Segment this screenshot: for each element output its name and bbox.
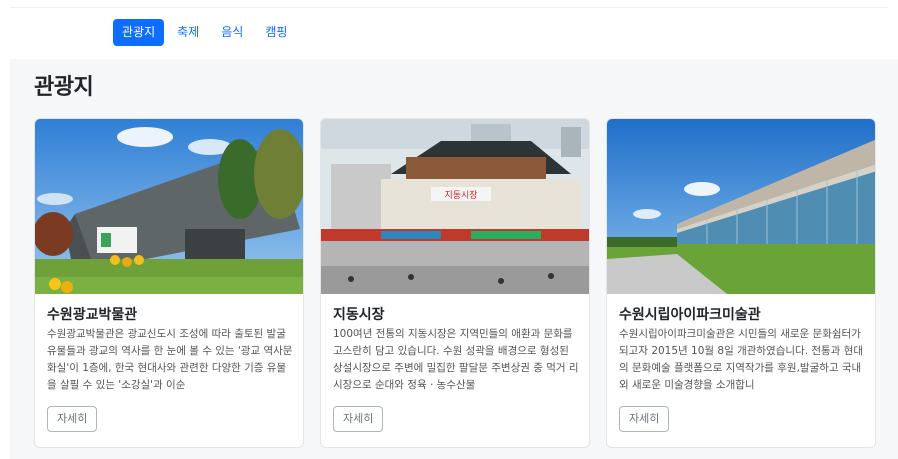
card-museum: 수원광교박물관 수원광교박물관은 광교신도시 조성에 따라 출토된 발굴유물들과… — [34, 118, 304, 448]
tab-camping[interactable]: 캠핑 — [256, 19, 296, 46]
tab-attractions[interactable]: 관광지 — [113, 19, 165, 46]
card-description: 수원광교박물관은 광교신도시 조성에 따라 출토된 발굴유물들과 광교의 역사를… — [47, 328, 293, 391]
details-button[interactable]: 자세히 — [619, 406, 670, 432]
card-title: 지동시장 — [333, 307, 385, 323]
museum-image[interactable] — [35, 119, 303, 294]
top-divider — [10, 7, 888, 8]
section-title: 관광지 — [34, 75, 94, 100]
market-sign: 지동시장 — [444, 190, 477, 201]
card-description: 수원시립아이파크미술관은 시민들의 새로운 문화쉼터가 되고자 2015년 10… — [619, 328, 864, 391]
art-museum-image[interactable] — [607, 119, 875, 294]
category-tabs: 관광지 축제 음식 캠핑 — [113, 19, 296, 46]
card-art-museum: 수원시립아이파크미술관 수원시립아이파크미술관은 시민들의 새로운 문화쉼터가 … — [606, 118, 876, 448]
card-market: 지동시장 지동시장 100여년 전통의 지동시장은 지역민들의 애환과 문화를 … — [320, 118, 590, 448]
card-title: 수원시립아이파크미술관 — [619, 307, 761, 323]
market-image[interactable]: 지동시장 — [321, 119, 589, 294]
card-description: 100여년 전통의 지동시장은 지역민들의 애환과 문화를 고스란히 담고 있습… — [333, 328, 579, 391]
attractions-section: 관광지 수원광교박물관 수원광교박물관은 광교신도시 조성에 따라 출토된 발굴… — [10, 59, 898, 459]
tab-festivals[interactable]: 축제 — [168, 19, 208, 46]
details-button[interactable]: 자세히 — [47, 406, 98, 432]
card-title: 수원광교박물관 — [47, 307, 138, 323]
details-button[interactable]: 자세히 — [333, 406, 384, 432]
tab-food[interactable]: 음식 — [212, 19, 252, 46]
